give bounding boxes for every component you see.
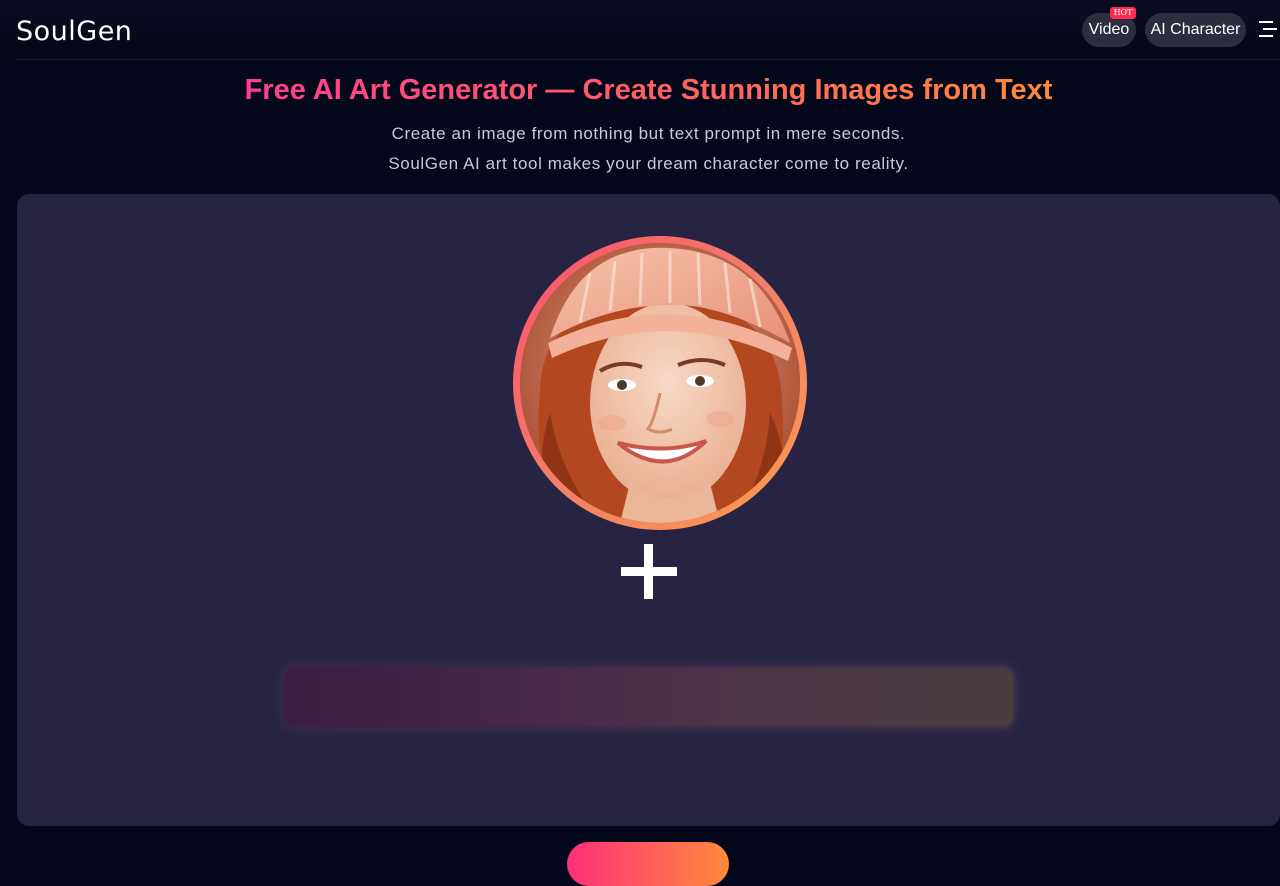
hamburger-menu-icon[interactable] xyxy=(1257,18,1277,40)
soulgen-logo[interactable]: SoulGen xyxy=(16,14,132,50)
hero-subtitle-line-1: Create an image from nothing but text pr… xyxy=(391,124,906,143)
nav-ai-character-label: AI Character xyxy=(1150,21,1241,38)
plus-icon xyxy=(621,544,677,599)
header-divider xyxy=(16,59,1280,60)
prompt-input-placeholder-bar xyxy=(284,667,1014,727)
woman-portrait-avatar xyxy=(520,243,800,523)
nav-video-label: Video xyxy=(1088,21,1130,38)
page-title: Free AI Art Generator — Create Stunning … xyxy=(0,70,1280,110)
generate-cta-button[interactable] xyxy=(567,842,729,886)
hot-badge: HOT xyxy=(1110,7,1136,19)
page-title-text: Free AI Art Generator — Create Stunning … xyxy=(244,74,1053,106)
hero-subtitle-line-2: SoulGen AI art tool makes your dream cha… xyxy=(388,154,909,173)
top-navigation-bar: SoulGen Video HOT AI Character xyxy=(0,0,1280,60)
avatar-ring xyxy=(513,236,807,530)
nav-ai-character-button[interactable]: AI Character xyxy=(1145,13,1246,47)
